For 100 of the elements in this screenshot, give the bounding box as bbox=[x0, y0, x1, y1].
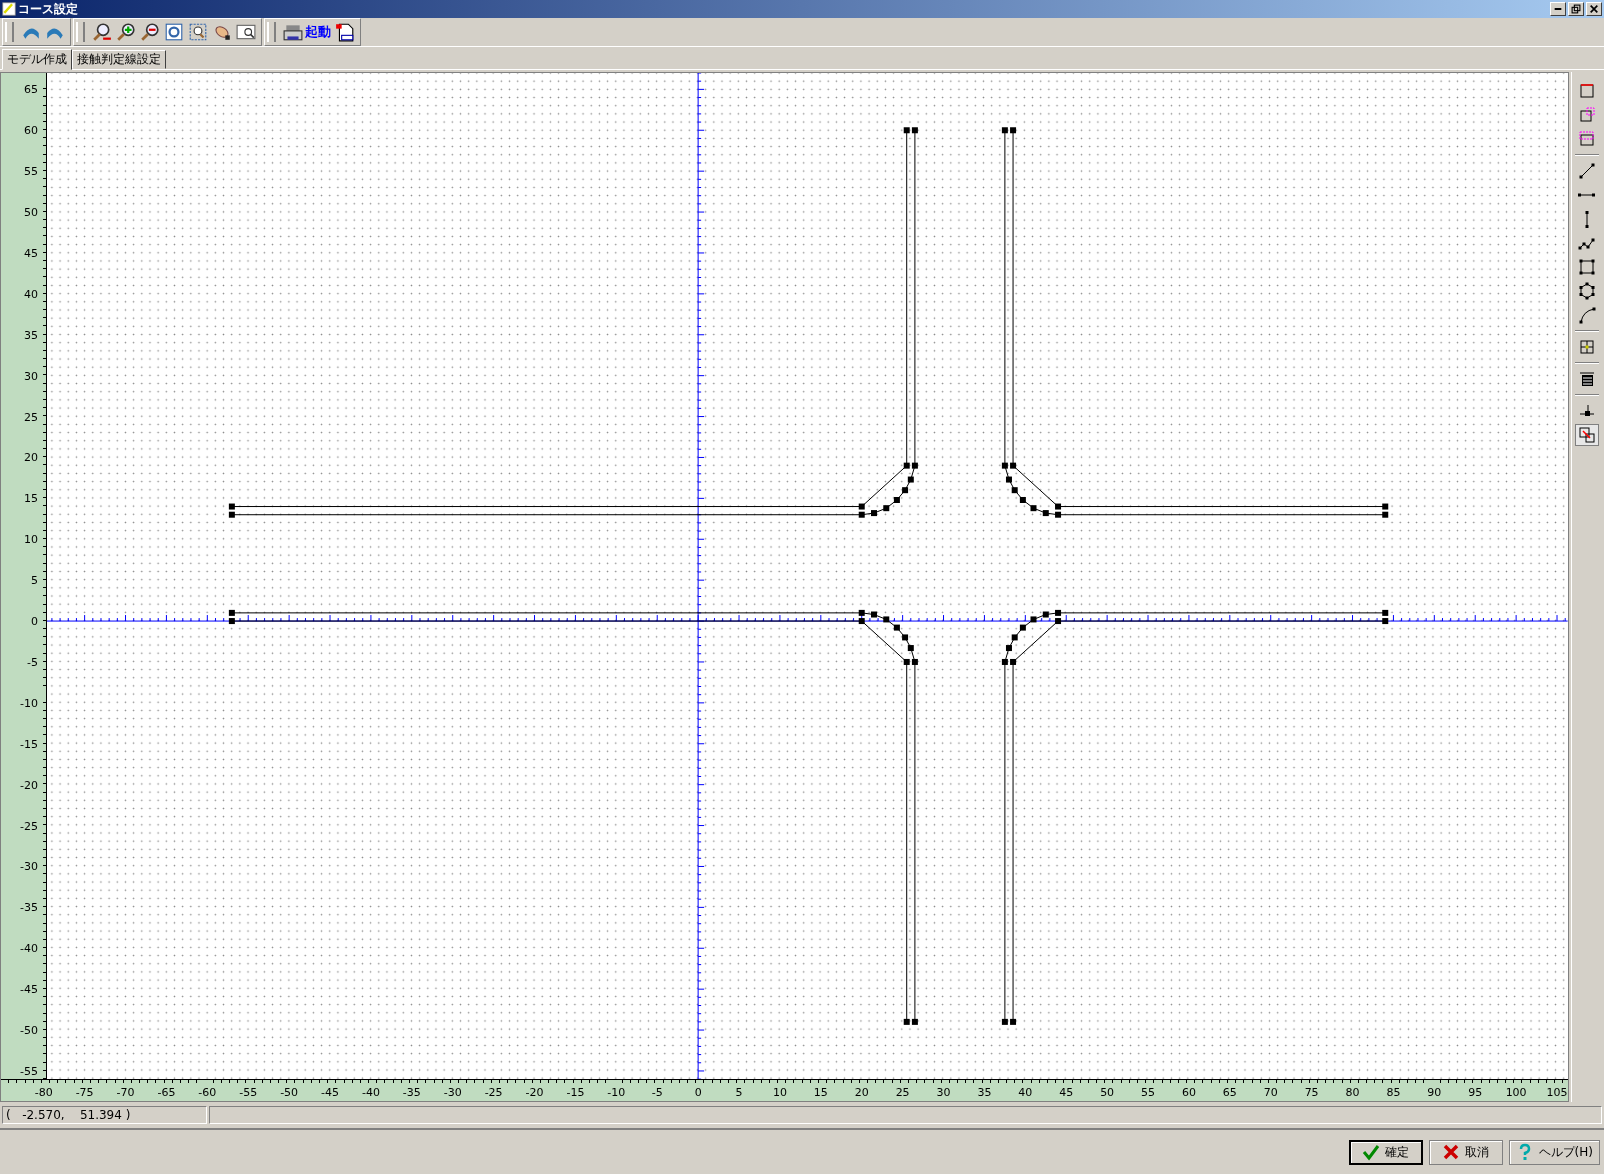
ruler-label: -30 bbox=[20, 859, 38, 873]
ruler-label: -20 bbox=[20, 778, 38, 792]
zoom-in-button[interactable] bbox=[115, 21, 137, 43]
cad-export-button[interactable] bbox=[334, 21, 356, 43]
ruler-label: 105 bbox=[1546, 1086, 1568, 1100]
help-button[interactable]: ヘルプ(H) bbox=[1508, 1139, 1600, 1165]
launch-button[interactable]: 起動 bbox=[282, 21, 332, 43]
ruler-label: 30 bbox=[936, 1086, 951, 1100]
close-icon bbox=[1589, 4, 1599, 14]
ruler-label: -70 bbox=[116, 1086, 135, 1100]
ruler-label: -10 bbox=[607, 1086, 626, 1100]
ruler-label: 60 bbox=[24, 123, 38, 137]
ruler-label: -40 bbox=[361, 1086, 380, 1100]
ruler-label: -45 bbox=[20, 982, 38, 996]
cad-file-icon bbox=[335, 22, 355, 42]
restore-button[interactable] bbox=[1568, 2, 1584, 16]
ruler-label: -50 bbox=[20, 1023, 38, 1037]
ruler-label: 65 bbox=[1222, 1086, 1237, 1100]
ruler-label: 50 bbox=[24, 205, 38, 219]
magnifier-window-icon bbox=[236, 22, 256, 42]
ruler-label: 45 bbox=[24, 246, 38, 260]
minimize-icon bbox=[1554, 8, 1562, 10]
ruler-label: 100 bbox=[1505, 1086, 1527, 1100]
zoom-out-button[interactable] bbox=[139, 21, 161, 43]
ruler-label: 10 bbox=[772, 1086, 787, 1100]
ruler-label: 25 bbox=[24, 410, 38, 424]
ruler-label: -35 bbox=[20, 900, 38, 914]
ruler-label: 45 bbox=[1059, 1086, 1074, 1100]
restore-icon bbox=[1571, 4, 1581, 14]
ruler-label: 15 bbox=[24, 491, 38, 505]
ruler-label: 60 bbox=[1181, 1086, 1196, 1100]
tab[interactable]: モデル作成 bbox=[2, 49, 72, 70]
drawing-tool-button[interactable] bbox=[1574, 424, 1599, 446]
ruler-label: -10 bbox=[20, 696, 38, 710]
ruler-label: -65 bbox=[157, 1086, 176, 1100]
ruler-label: -55 bbox=[20, 1064, 38, 1078]
ruler-label: 15 bbox=[813, 1086, 828, 1100]
ruler-label: -5 bbox=[651, 1086, 663, 1100]
ruler-label: 65 bbox=[24, 82, 38, 96]
ruler-label: 85 bbox=[1386, 1086, 1401, 1100]
toolbar-grip[interactable] bbox=[76, 22, 85, 42]
ruler-label: -15 bbox=[20, 737, 38, 751]
check-icon bbox=[1362, 1143, 1381, 1162]
ruler-label: 5 bbox=[735, 1086, 743, 1100]
ruler-label: 40 bbox=[24, 287, 38, 301]
ruler-label: 0 bbox=[31, 614, 38, 628]
zoom-button[interactable] bbox=[91, 21, 113, 43]
zoom-out-icon bbox=[140, 22, 160, 42]
grid-points-icon bbox=[1577, 338, 1596, 356]
close-button[interactable] bbox=[1586, 2, 1602, 16]
ruler-label: 35 bbox=[977, 1086, 992, 1100]
ruler-label: 30 bbox=[24, 369, 38, 383]
ruler-label: 50 bbox=[1100, 1086, 1115, 1100]
zoom-window-icon bbox=[188, 22, 208, 42]
hexagon-icon bbox=[1577, 282, 1596, 300]
minimize-button[interactable] bbox=[1550, 2, 1566, 16]
ruler-label: 55 bbox=[24, 164, 38, 178]
window-title: コース設定 bbox=[18, 0, 79, 18]
ruler-label: 20 bbox=[854, 1086, 869, 1100]
rectangle-offset-icon bbox=[1577, 130, 1596, 148]
ruler-label: -55 bbox=[239, 1086, 258, 1100]
printer-icon bbox=[283, 22, 303, 42]
diagonal-line-icon bbox=[1577, 162, 1596, 180]
ruler-label: 55 bbox=[1141, 1086, 1155, 1100]
ruler-label: 0 bbox=[694, 1086, 702, 1100]
ruler-label: -5 bbox=[27, 655, 38, 669]
zoom-window-button[interactable] bbox=[187, 21, 209, 43]
move-node-icon bbox=[1577, 426, 1596, 444]
cancel-button[interactable]: 取消 bbox=[1428, 1139, 1503, 1165]
cross-icon bbox=[1442, 1143, 1461, 1162]
ruler-label: 95 bbox=[1468, 1086, 1483, 1100]
ruler-label: -50 bbox=[280, 1086, 299, 1100]
zoom-icon bbox=[92, 22, 112, 42]
ruler-label: -40 bbox=[20, 941, 38, 955]
ruler-label: 75 bbox=[1304, 1086, 1319, 1100]
ruler-label: -60 bbox=[198, 1086, 217, 1100]
ruler-label: -45 bbox=[321, 1086, 339, 1100]
rectangle-offset-icon bbox=[1577, 106, 1596, 124]
ruler-label: 40 bbox=[1018, 1086, 1033, 1100]
ruler-label: 80 bbox=[1345, 1086, 1360, 1100]
fit-view-button[interactable] bbox=[163, 21, 185, 43]
arc-icon bbox=[1577, 306, 1596, 324]
ruler-label: -15 bbox=[566, 1086, 585, 1100]
ruler-label: -35 bbox=[402, 1086, 421, 1100]
vertical-line-icon bbox=[1584, 210, 1589, 228]
square-icon bbox=[1577, 258, 1596, 276]
ruler-label: 25 bbox=[895, 1086, 910, 1100]
ruler-label: 10 bbox=[24, 532, 38, 546]
app-icon bbox=[2, 2, 16, 16]
list-icon bbox=[1577, 370, 1596, 388]
ruler-label: -25 bbox=[20, 819, 38, 833]
toolbar-grip[interactable] bbox=[267, 22, 276, 42]
ok-button[interactable]: 確定 bbox=[1348, 1139, 1423, 1165]
toolbar-grip[interactable] bbox=[5, 22, 14, 42]
ruler-label: 70 bbox=[1263, 1086, 1278, 1100]
ruler-label: -20 bbox=[525, 1086, 544, 1100]
ruler-label: 20 bbox=[24, 450, 38, 464]
tab[interactable]: 接触判定線設定 bbox=[72, 50, 166, 69]
fit-view-icon bbox=[164, 22, 184, 42]
ruler-label: 90 bbox=[1427, 1086, 1442, 1100]
